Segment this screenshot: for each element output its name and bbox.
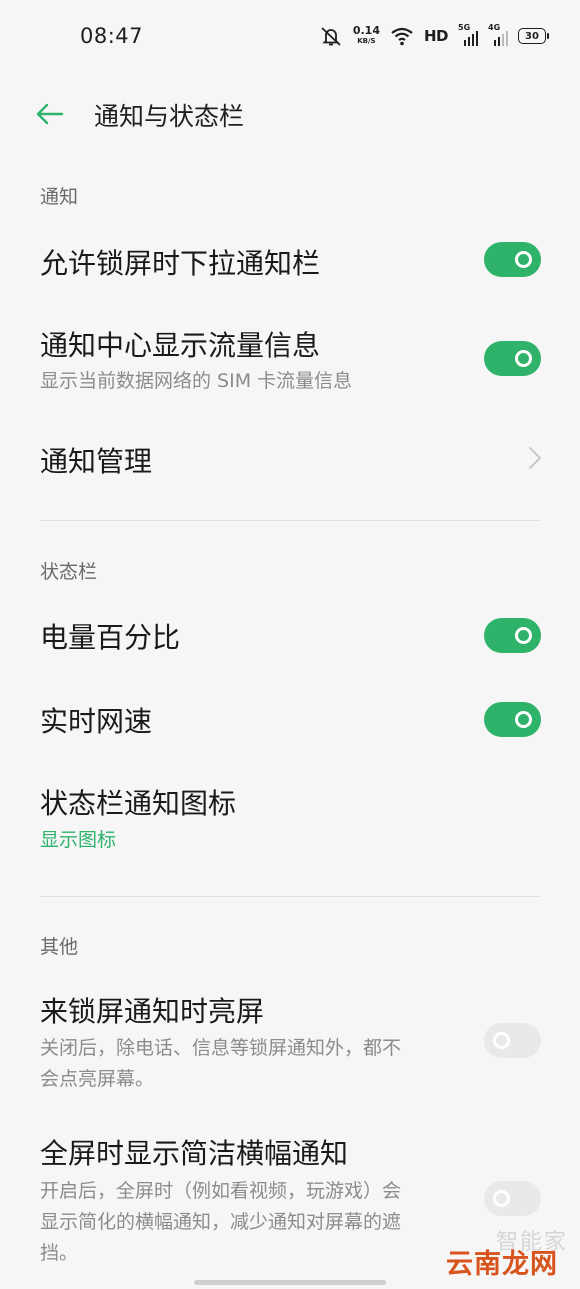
setting-title: 通知中心显示流量信息 xyxy=(40,329,321,362)
toggle-knob xyxy=(515,711,532,728)
page-header: 通知与状态栏 xyxy=(0,84,580,144)
setting-notification-management[interactable]: 通知管理 xyxy=(0,428,580,492)
status-time: 08:47 xyxy=(80,24,144,48)
setting-subtitle-line1: 关闭后，除电话、信息等锁屏通知外，都不 xyxy=(40,1037,402,1059)
setting-subtitle: 显示当前数据网络的 SIM 卡流量信息 xyxy=(40,370,353,392)
setting-title: 电量百分比 xyxy=(40,621,181,654)
signal-4g-icon: 4G xyxy=(488,23,508,46)
setting-allow-pulldown-lockscreen[interactable]: 允许锁屏时下拉通知栏 xyxy=(0,230,580,294)
toggle-knob xyxy=(515,251,532,268)
page-title: 通知与状态栏 xyxy=(94,102,245,131)
toggle-switch-on[interactable] xyxy=(484,618,541,653)
setting-show-data-usage[interactable]: 通知中心显示流量信息 显示当前数据网络的 SIM 卡流量信息 xyxy=(0,318,580,402)
section-divider xyxy=(40,896,541,897)
section-label-others: 其他 xyxy=(40,936,79,958)
setting-battery-percentage[interactable]: 电量百分比 xyxy=(0,604,580,668)
toggle-knob xyxy=(515,350,532,367)
toggle-knob xyxy=(493,1032,510,1049)
toggle-switch-on[interactable] xyxy=(484,242,541,277)
setting-title: 通知管理 xyxy=(40,445,153,478)
signal-5g-icon: 5G xyxy=(458,23,478,46)
network-speed-unit: KB/S xyxy=(357,37,376,45)
setting-subtitle-line1: 开启后，全屏时（例如看视频，玩游戏）会 xyxy=(40,1180,402,1202)
setting-status-bar-notification-icons[interactable]: 状态栏通知图标 显示图标 xyxy=(0,772,580,862)
mute-bell-icon xyxy=(321,27,341,46)
status-bar: 08:47 0.14 KB/S HD 5G 4G 30 xyxy=(0,0,580,72)
network-speed-value: 0.14 xyxy=(352,24,380,37)
chevron-right-icon xyxy=(529,447,541,469)
hd-voice-icon: HD xyxy=(423,27,449,45)
setting-wake-on-lock-notification[interactable]: 来锁屏通知时亮屏 关闭后，除电话、信息等锁屏通知外，都不 会点亮屏幕。 xyxy=(0,978,580,1100)
setting-fullscreen-simple-banner[interactable]: 全屏时显示简洁横幅通知 开启后，全屏时（例如看视频，玩游戏）会 显示简化的横幅通… xyxy=(0,1120,580,1270)
toggle-switch-on[interactable] xyxy=(484,341,541,376)
setting-subtitle-line2: 显示简化的横幅通知，减少通知对屏幕的遮 xyxy=(40,1211,402,1233)
section-label-status-bar: 状态栏 xyxy=(40,561,98,583)
toggle-switch-off[interactable] xyxy=(484,1181,541,1216)
wifi-icon xyxy=(391,27,413,46)
toggle-switch-on[interactable] xyxy=(484,702,541,737)
setting-realtime-network-speed[interactable]: 实时网速 xyxy=(0,688,580,752)
battery-icon: 30 xyxy=(518,28,549,44)
setting-title: 全屏时显示简洁横幅通知 xyxy=(40,1137,349,1170)
setting-title: 来锁屏通知时亮屏 xyxy=(40,995,265,1028)
toggle-knob xyxy=(515,627,532,644)
setting-title: 允许锁屏时下拉通知栏 xyxy=(40,247,321,280)
home-indicator[interactable] xyxy=(194,1280,386,1285)
setting-title: 实时网速 xyxy=(40,705,153,738)
setting-current-value: 显示图标 xyxy=(40,829,117,851)
status-icons: 0.14 KB/S HD 5G 4G 30 xyxy=(319,22,549,50)
setting-subtitle-line2: 会点亮屏幕。 xyxy=(40,1068,155,1090)
toggle-knob xyxy=(493,1190,510,1207)
section-divider xyxy=(40,520,541,521)
setting-title: 状态栏通知图标 xyxy=(40,787,237,820)
section-label-notifications: 通知 xyxy=(40,186,79,208)
setting-subtitle-line3: 挡。 xyxy=(40,1242,79,1264)
toggle-switch-off[interactable] xyxy=(484,1023,541,1058)
back-arrow-icon[interactable] xyxy=(32,96,68,132)
network-speed-indicator: 0.14 KB/S xyxy=(352,24,380,46)
